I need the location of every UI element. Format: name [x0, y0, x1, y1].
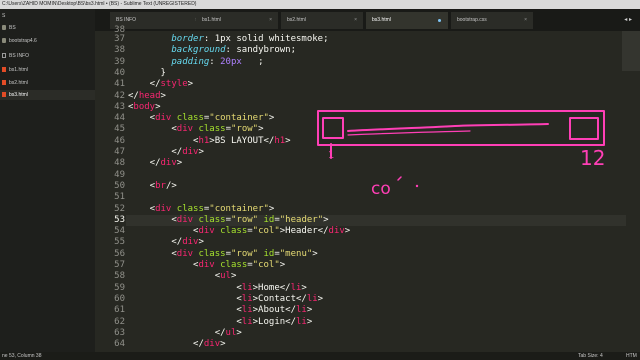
annotation-dot — [415, 184, 419, 188]
annotation-scribble: co — [371, 179, 391, 199]
annotation-label-right: 12 — [580, 146, 605, 170]
tab-size[interactable]: Tab Size: 4 — [578, 352, 603, 360]
cursor-position: ne 53, Column 38 — [2, 353, 42, 359]
pen-annotation: 12 co 1 — [317, 110, 605, 199]
annotation-dash — [397, 176, 402, 181]
annotation-right-box — [569, 117, 599, 140]
syntax-mode[interactable]: HTM — [626, 352, 637, 360]
annotation-label-left: 1 — [328, 150, 334, 161]
annotation-outer-box — [317, 110, 605, 146]
status-bar: ne 53, Column 38 Tab Size: 4 HTM — [0, 352, 640, 360]
annotation-line — [347, 123, 549, 132]
annotation-line-2 — [347, 130, 471, 136]
annotation-left-box — [322, 117, 344, 139]
